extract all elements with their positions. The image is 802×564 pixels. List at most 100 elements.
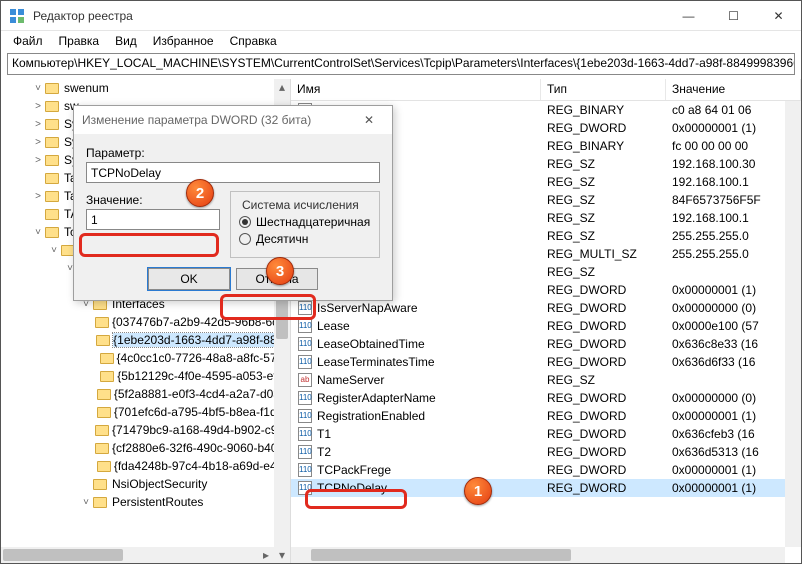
menu-view[interactable]: Вид (107, 32, 145, 50)
tree-item-label: {4c0cc1c0-7726-48a8-a8fc-5765 (117, 351, 290, 365)
tree-item[interactable]: ˅PersistentRoutes (1, 493, 290, 511)
expand-icon[interactable]: ˅ (47, 245, 61, 256)
scroll-thumb[interactable] (311, 549, 571, 561)
value-name: T1 (317, 427, 331, 441)
menubar: Файл Правка Вид Избранное Справка (1, 31, 801, 51)
column-headers: Имя Тип Значение (291, 79, 801, 101)
folder-icon (97, 405, 111, 419)
window-title: Редактор реестра (33, 9, 666, 23)
tree-item[interactable]: {71479bc9-a168-49d4-b902-c952 (1, 421, 290, 439)
radio-hex[interactable]: Шестнадцатеричная (239, 215, 371, 229)
expand-icon[interactable]: > (31, 137, 45, 148)
expand-icon[interactable]: > (31, 119, 45, 130)
value-row[interactable]: 110LeaseREG_DWORD0x0000e100 (57 (291, 317, 801, 335)
tree-item[interactable]: {5b12129c-4f0e-4595-a053-ef27 (1, 367, 290, 385)
value-row[interactable]: 110T1REG_DWORD0x636cfeb3 (16 (291, 425, 801, 443)
column-type[interactable]: Тип (541, 79, 666, 100)
value-type: REG_DWORD (541, 319, 666, 333)
column-name[interactable]: Имя (291, 79, 541, 100)
expand-icon[interactable]: > (31, 101, 45, 112)
value-data: 0x00000000 (0) (666, 391, 801, 405)
value-type: REG_SZ (541, 373, 666, 387)
binary-value-icon: 110 (297, 336, 313, 352)
value-row[interactable]: 110LeaseTerminatesTimeREG_DWORD0x636d6f3… (291, 353, 801, 371)
tree-item[interactable]: {5f2a8881-e0f3-4cd4-a2a7-d03df (1, 385, 290, 403)
maximize-button[interactable]: ☐ (711, 1, 756, 31)
expand-icon[interactable]: ˅ (31, 227, 45, 238)
list-horizontal-scrollbar[interactable] (291, 547, 785, 563)
folder-icon (45, 99, 61, 113)
value-row[interactable]: 110T2REG_DWORD0x636d5313 (16 (291, 443, 801, 461)
expand-icon[interactable]: > (31, 155, 45, 166)
value-name: Lease (317, 319, 350, 333)
value-data: 0x00000001 (1) (666, 283, 801, 297)
tree-item[interactable]: {037476b7-a2b9-42d5-96b8-6c2a (1, 313, 290, 331)
minimize-button[interactable]: — (666, 1, 711, 31)
ok-button[interactable]: OK (148, 268, 230, 290)
folder-icon (45, 153, 61, 167)
expand-icon[interactable]: > (31, 191, 45, 202)
tree-item[interactable]: {cf2880e6-32f6-490c-9060-b40d5 (1, 439, 290, 457)
binary-value-icon: 110 (297, 408, 313, 424)
folder-icon (45, 225, 61, 239)
column-value[interactable]: Значение (666, 79, 801, 100)
value-row[interactable]: abNameServerREG_SZ (291, 371, 801, 389)
value-data: 0x00000001 (1) (666, 409, 801, 423)
scroll-down-icon[interactable]: ▾ (274, 547, 290, 563)
folder-icon (45, 171, 61, 185)
value-row[interactable]: 110RegistrationEnabledREG_DWORD0x0000000… (291, 407, 801, 425)
dialog-titlebar: Изменение параметра DWORD (32 бита) ✕ (74, 106, 392, 134)
tree-item-label: {cf2880e6-32f6-490c-9060-b40d5 (112, 441, 291, 455)
tree-horizontal-scrollbar[interactable]: ◂ ▸ (1, 547, 274, 563)
binary-value-icon: 110 (297, 318, 313, 334)
expand-icon[interactable]: ˅ (31, 83, 45, 94)
folder-icon (100, 351, 114, 365)
binary-value-icon: 110 (297, 480, 313, 496)
expand-icon[interactable]: ˅ (79, 497, 93, 508)
value-row[interactable]: 110IsServerNapAwareREG_DWORD0x00000000 (… (291, 299, 801, 317)
value-type: REG_DWORD (541, 283, 666, 297)
scroll-thumb[interactable] (3, 549, 123, 561)
menu-file[interactable]: Файл (5, 32, 51, 50)
folder-icon (97, 459, 111, 473)
tree-item-label: {037476b7-a2b9-42d5-96b8-6c2a (112, 315, 291, 329)
menu-help[interactable]: Справка (222, 32, 285, 50)
menu-edit[interactable]: Правка (51, 32, 108, 50)
folder-icon (96, 333, 110, 347)
folder-icon (95, 423, 109, 437)
tree-item[interactable]: NsiObjectSecurity (1, 475, 290, 493)
value-row[interactable]: 110RegisterAdapterNameREG_DWORD0x0000000… (291, 389, 801, 407)
binary-value-icon: 110 (297, 300, 313, 316)
value-type: REG_SZ (541, 211, 666, 225)
tree-item[interactable]: {701efc6d-a795-4bf5-b8ea-f1da0 (1, 403, 290, 421)
value-type: REG_SZ (541, 193, 666, 207)
address-bar[interactable]: Компьютер\HKEY_LOCAL_MACHINE\SYSTEM\Curr… (7, 53, 795, 75)
close-button[interactable]: ✕ (756, 1, 801, 31)
value-data: 255.255.255.0 (666, 229, 801, 243)
tree-item[interactable]: {4c0cc1c0-7726-48a8-a8fc-5765 (1, 349, 290, 367)
value-input[interactable] (86, 209, 220, 230)
value-name: TCPNoDelay (317, 481, 387, 495)
folder-icon (95, 441, 109, 455)
tree-item[interactable]: {1ebe203d-1663-4dd7-a98f-8849 (1, 331, 290, 349)
tree-item[interactable]: {fda4248b-97c4-4b18-a69d-e4e8 (1, 457, 290, 475)
radio-dec[interactable]: Десятичн (239, 232, 371, 246)
dialog-close-button[interactable]: ✕ (354, 113, 384, 127)
list-vertical-scrollbar[interactable] (785, 101, 801, 547)
base-legend: Система исчисления (239, 198, 362, 212)
scroll-up-icon[interactable]: ▴ (274, 79, 290, 95)
value-row[interactable]: 110TCPackFregeREG_DWORD0x00000001 (1) (291, 461, 801, 479)
tree-item[interactable]: ˅swenum (1, 79, 290, 97)
scroll-right-icon[interactable]: ▸ (258, 547, 274, 563)
value-row[interactable]: 110LeaseObtainedTimeREG_DWORD0x636c8e33 … (291, 335, 801, 353)
menu-favorites[interactable]: Избранное (145, 32, 222, 50)
value-data: fc 00 00 00 00 (666, 139, 801, 153)
titlebar: Редактор реестра — ☐ ✕ (1, 1, 801, 31)
value-row[interactable]: 110TCPNoDelayREG_DWORD0x00000001 (1) (291, 479, 801, 497)
param-input[interactable] (86, 162, 380, 183)
folder-icon (93, 477, 109, 491)
folder-icon (97, 387, 111, 401)
callout-2: 2 (186, 179, 214, 207)
callout-3: 3 (266, 257, 294, 285)
value-data: 84F6573756F5F (666, 193, 801, 207)
